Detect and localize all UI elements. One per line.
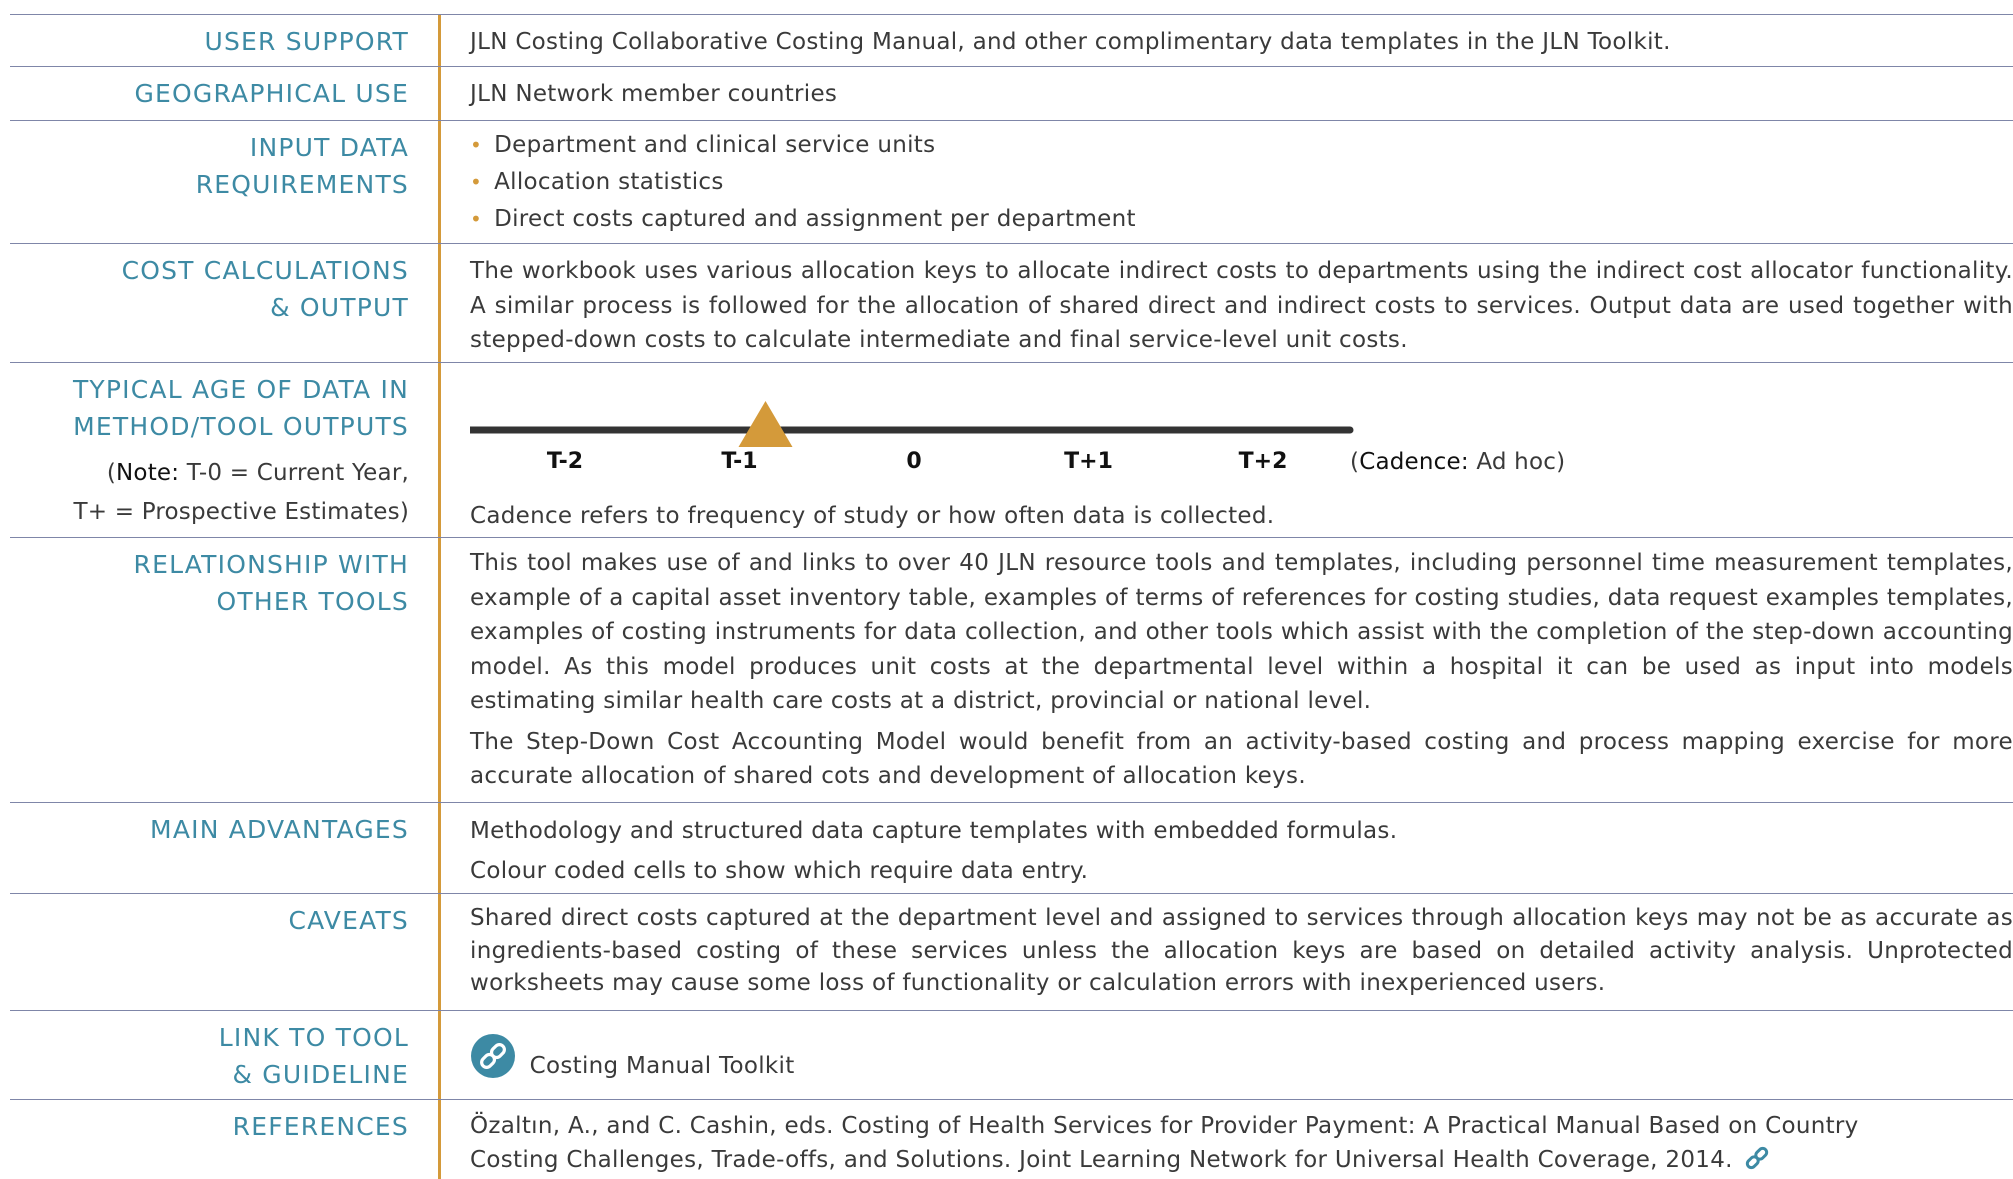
- timeline-tick-label: 0: [906, 449, 922, 474]
- label-input-data-line2: REQUIREMENTS: [195, 170, 409, 199]
- value-caveats: Shared direct costs captured at the depa…: [470, 905, 2013, 996]
- note-line2: T+ = Prospective Estimates): [73, 499, 409, 525]
- relationship-paragraph-1: This tool makes use of and links to over…: [470, 550, 2013, 714]
- row-cost-calculations: COST CALCULATIONS & OUTPUT The workbook …: [10, 243, 2013, 363]
- label-relationship: RELATIONSHIP WITH OTHER TOOLS: [133, 550, 409, 616]
- bullet-icon: •: [470, 133, 483, 157]
- reference-line-2: Costing Challenges, Trade-offs, and Solu…: [470, 1143, 2013, 1177]
- row-geographical-use: GEOGRAPHICAL USE JLN Network member coun…: [10, 66, 2013, 120]
- label-main-advantages: MAIN ADVANTAGES: [150, 815, 409, 844]
- note-line1: (Note: T-0 = Current Year,: [106, 460, 409, 486]
- timeline-tick-label: T-2: [546, 449, 584, 474]
- label-geographical-use: GEOGRAPHICAL USE: [134, 79, 409, 108]
- row-main-advantages: MAIN ADVANTAGES Methodology and structur…: [10, 802, 2013, 894]
- value-references: Özaltın, A., and C. Cashin, eds. Costing…: [470, 1110, 2013, 1177]
- label-typical-age: TYPICAL AGE OF DATA IN METHOD/TOOL OUTPU…: [73, 371, 409, 531]
- timeline-tick-label: T+2: [1238, 449, 1288, 474]
- timeline: [470, 401, 1354, 447]
- row-input-data: INPUT DATA REQUIREMENTS • Department and …: [10, 120, 2013, 244]
- row-relationship: RELATIONSHIP WITH OTHER TOOLS This tool …: [10, 537, 2013, 803]
- link-icon[interactable]: [470, 1033, 516, 1079]
- label-references: REFERENCES: [232, 1112, 409, 1141]
- timeline-marker: [738, 401, 793, 447]
- bullet-icon: •: [470, 170, 483, 194]
- cadence-footnote: Cadence refers to frequency of study or …: [470, 503, 1275, 529]
- row-caveats: CAVEATS Shared direct costs captured at …: [10, 893, 2013, 1011]
- timeline-tick-label: T-1: [721, 449, 758, 474]
- value-main-advantages: Methodology and structured data capture …: [470, 811, 2013, 891]
- value-geographical-use: JLN Network member countries: [470, 81, 838, 107]
- row-link-to-tool: LINK TO TOOL & GUIDELINE Costing Manual …: [10, 1010, 2013, 1100]
- cadence-label: (Cadence: Ad hoc): [1350, 449, 1566, 475]
- input-data-list: • Department and clinical service units •…: [470, 127, 2013, 238]
- list-item: • Allocation statistics: [470, 169, 724, 195]
- label-caveats: CAVEATS: [288, 906, 409, 935]
- timeline-tick-label: T+1: [1064, 449, 1113, 474]
- row-user-support: USER SUPPORT JLN Costing Collaborative C…: [10, 14, 2013, 68]
- tool-link-text[interactable]: Costing Manual Toolkit: [530, 1053, 795, 1079]
- value-relationship: This tool makes use of and links to over…: [470, 546, 2013, 794]
- label-link-to-tool: LINK TO TOOL & GUIDELINE: [218, 1023, 409, 1089]
- label-input-data: INPUT DATA REQUIREMENTS: [196, 129, 409, 203]
- list-item: • Department and clinical service units: [470, 132, 936, 158]
- bullet-icon: •: [470, 207, 483, 231]
- reference-line-1: Özaltın, A., and C. Cashin, eds. Costing…: [470, 1113, 1859, 1139]
- label-input-data-line1: INPUT DATA: [249, 133, 409, 162]
- list-item: • Direct costs captured and assignment pe…: [470, 206, 1136, 232]
- label-user-support: USER SUPPORT: [204, 27, 409, 56]
- relationship-paragraph-2: The Step-Down Cost Accounting Model woul…: [470, 728, 2013, 790]
- value-cost-calculations: The workbook uses various allocation key…: [470, 258, 2013, 353]
- tool-profile-table: USER SUPPORT JLN Costing Collaborative C…: [10, 0, 2013, 1179]
- advantage-item: Colour coded cells to show which require…: [470, 858, 1089, 884]
- row-references: REFERENCES Özaltın, A., and C. Cashin, e…: [10, 1099, 2013, 1179]
- label-cost-calculations: COST CALCULATIONS & OUTPUT: [121, 256, 409, 322]
- value-user-support: JLN Costing Collaborative Costing Manual…: [470, 29, 1671, 55]
- link-icon[interactable]: [1742, 1143, 1772, 1173]
- advantage-item: Methodology and structured data capture …: [470, 818, 1398, 844]
- tool-link[interactable]: Costing Manual Toolkit: [470, 1033, 2013, 1083]
